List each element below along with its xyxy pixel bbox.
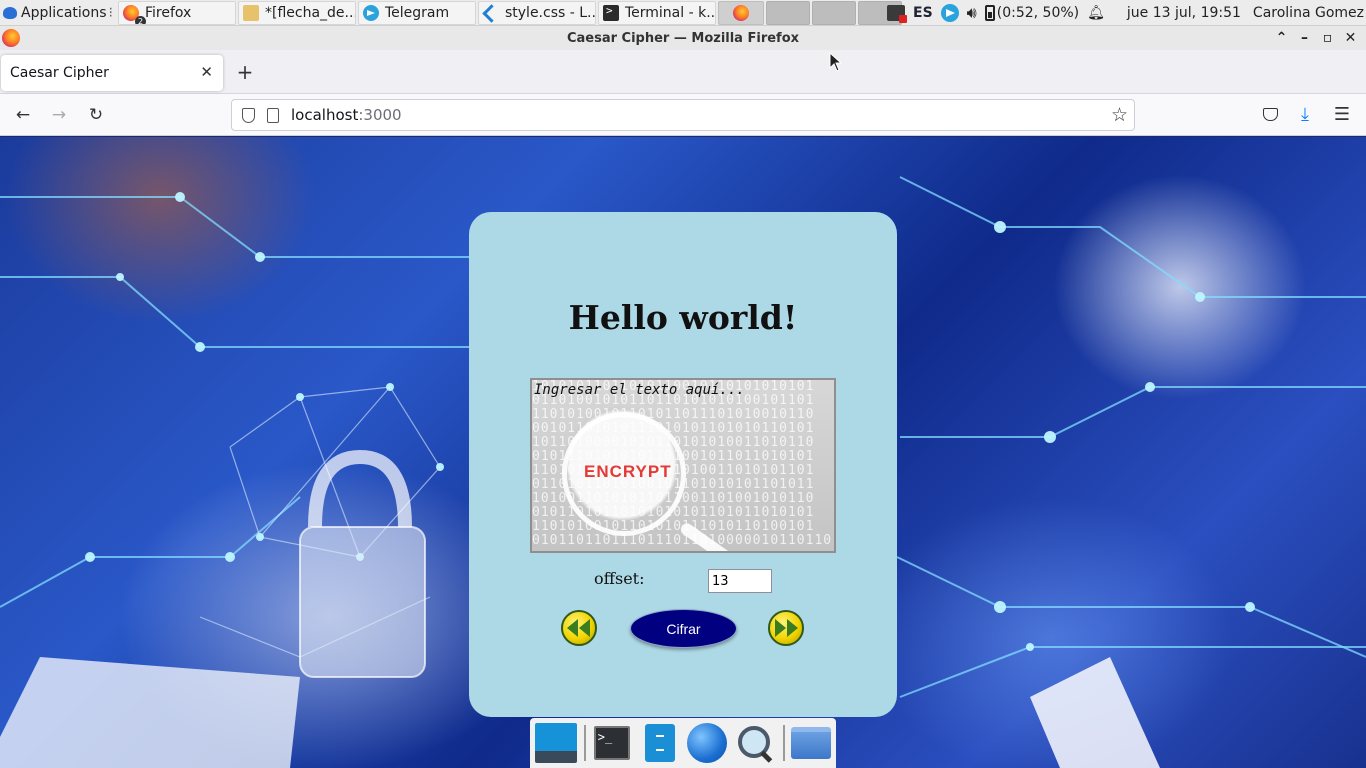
task-label: Firefox — [144, 4, 192, 21]
maximize-icon[interactable]: ▫ — [1316, 30, 1339, 46]
desktop-icon — [534, 723, 577, 763]
user-menu[interactable]: Carolina Gomez — [1253, 5, 1364, 21]
telegram-tray-icon[interactable] — [940, 4, 959, 22]
page-viewport: Hello world! 101010110110101100101101010… — [0, 137, 1366, 768]
tab-bar: Caesar Cipher ✕ + — [0, 50, 1366, 94]
new-tab-icon[interactable]: + — [233, 60, 257, 84]
window-count-badge: 2 — [134, 15, 146, 24]
forward-arrow-icon[interactable]: → — [47, 103, 71, 127]
dock-separator — [583, 725, 586, 761]
offset-input[interactable] — [708, 569, 772, 593]
system-tray: ES 🔊︎ (0:52, 50%) 🔔︎ jue 13 jul, 19:51 C… — [879, 0, 1366, 26]
pocket-icon[interactable] — [1258, 103, 1282, 127]
firefox-icon: 2 — [122, 4, 146, 24]
double-arrow-left-icon — [567, 619, 590, 637]
task-label: style.css - L... — [504, 4, 596, 21]
terminal-icon: >_ — [593, 726, 630, 760]
reload-icon[interactable]: ↻ — [84, 103, 108, 127]
clock[interactable]: jue 13 jul, 19:51 — [1127, 5, 1241, 21]
close-icon[interactable]: ✕ — [1339, 30, 1362, 46]
dock-app-finder[interactable] — [732, 721, 778, 765]
applications-menu[interactable]: Applications ⁝ — [0, 0, 117, 26]
firefox-icon — [732, 4, 749, 21]
battery-icon — [984, 5, 995, 21]
firefox-icon — [2, 29, 20, 47]
search-icon — [736, 724, 774, 762]
taskbar-workspace-1[interactable] — [765, 0, 810, 25]
notifications-bell-icon[interactable]: 🔔︎ — [1087, 5, 1105, 21]
url-text[interactable]: localhost:3000 — [291, 106, 402, 124]
window-controls: ⌃ – ▫ ✕ — [1270, 26, 1362, 50]
bottom-dock: >_ — [530, 718, 836, 768]
page-heading: Hello world! — [568, 298, 798, 337]
navigation-toolbar: ← → ↻ localhost:3000 ☆ ⤓ ☰ — [0, 94, 1366, 136]
mouse-pointer-icon — [829, 52, 843, 72]
offset-label: offset: — [594, 569, 645, 588]
double-arrow-right-icon — [775, 619, 798, 637]
applications-menu-label: Applications — [21, 4, 107, 21]
url-port: :3000 — [358, 106, 402, 124]
cipher-card: Hello world! 101010110110101100101101010… — [469, 212, 897, 717]
terminal-icon — [602, 4, 619, 21]
battery-indicator[interactable]: (0:52, 50%) — [984, 5, 1080, 21]
tab-title: Caesar Cipher — [10, 65, 109, 81]
taskbar-terminal[interactable]: Terminal - k... — [597, 0, 716, 25]
vscode-icon — [483, 5, 499, 21]
hamburger-menu-icon[interactable]: ☰ — [1330, 103, 1354, 127]
image-icon — [242, 4, 259, 21]
message-textarea[interactable] — [532, 380, 834, 551]
page-info-icon[interactable] — [267, 107, 279, 123]
web-browser-icon — [687, 723, 728, 763]
menu-grip-icon: ⁝ — [108, 4, 113, 21]
tab-caesar-cipher[interactable]: Caesar Cipher ✕ — [1, 55, 223, 91]
window-title: Caesar Cipher — Mozilla Firefox — [566, 30, 800, 46]
taskbar-telegram[interactable]: Telegram — [357, 0, 476, 25]
volume-icon[interactable]: 🔊︎ — [967, 3, 977, 23]
task-label: *[flecha_de... — [264, 4, 356, 21]
task-label: Terminal - k... — [624, 4, 716, 21]
downloads-icon[interactable]: ⤓ — [1293, 103, 1317, 127]
bookmark-star-icon[interactable]: ☆ — [1111, 104, 1128, 126]
roll-up-icon[interactable]: ⌃ — [1270, 30, 1293, 46]
dock-file-manager[interactable] — [637, 721, 683, 765]
tracking-protection-shield-icon[interactable] — [242, 107, 255, 123]
dock-web-browser[interactable] — [684, 721, 730, 765]
taskbar-workspace-2[interactable] — [811, 0, 856, 25]
folder-icon — [791, 727, 832, 759]
taskbar-firefox-active[interactable] — [717, 0, 764, 25]
minimize-icon[interactable]: – — [1293, 30, 1316, 46]
encode-arrow-button[interactable] — [768, 610, 804, 646]
file-manager-icon — [644, 724, 675, 762]
window-titlebar[interactable]: Caesar Cipher — Mozilla Firefox ⌃ – ▫ ✕ — [0, 26, 1366, 50]
taskbar-vscode[interactable]: style.css - L... — [477, 0, 596, 25]
taskbar-image-editor[interactable]: *[flecha_de... — [237, 0, 356, 25]
top-panel: Applications ⁝ 2 Firefox *[flecha_de... … — [0, 0, 1366, 26]
dock-home-folder[interactable] — [788, 721, 834, 765]
keyboard-layout-indicator[interactable]: ES — [913, 5, 933, 21]
dock-show-desktop[interactable] — [533, 721, 579, 765]
taskbar-firefox[interactable]: 2 Firefox — [117, 0, 236, 25]
network-disconnected-icon[interactable] — [887, 5, 907, 23]
dock-separator — [783, 725, 786, 761]
task-label: Telegram — [384, 4, 450, 21]
url-bar[interactable]: localhost:3000 ☆ — [231, 99, 1135, 131]
back-arrow-icon[interactable]: ← — [11, 103, 35, 127]
decode-arrow-button[interactable] — [561, 610, 597, 646]
url-host: localhost — [291, 106, 359, 124]
telegram-icon — [362, 4, 379, 21]
tab-close-icon[interactable]: ✕ — [200, 63, 213, 81]
dock-terminal[interactable]: >_ — [589, 721, 635, 765]
xfce-logo-icon — [2, 5, 18, 21]
text-input-area[interactable]: 10101011011010110010110101010101 0110100… — [530, 378, 836, 553]
cipher-button[interactable]: Cifrar — [630, 609, 737, 648]
battery-text: (0:52, 50%) — [996, 5, 1080, 21]
